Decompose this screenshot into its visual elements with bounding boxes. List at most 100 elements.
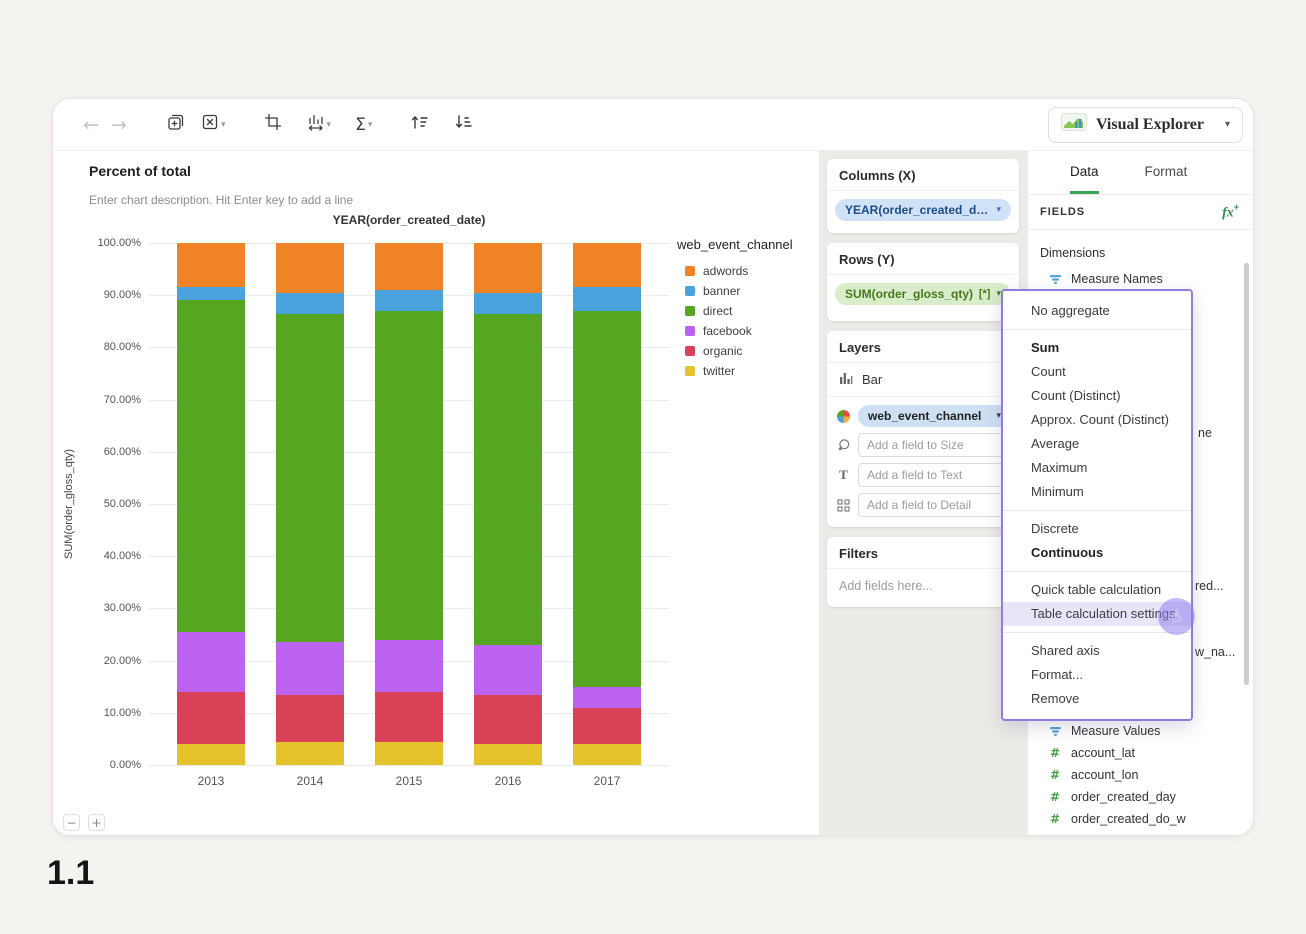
bar-segment-twitter[interactable] <box>375 741 443 765</box>
bar-2017[interactable]: 2017 <box>573 243 641 788</box>
filters-drop-area[interactable]: Add fields here... <box>827 569 1019 607</box>
field-account-lon[interactable]: # account_lon <box>1028 764 1253 786</box>
legend-item-banner[interactable]: banner <box>677 284 819 298</box>
sort-descending-button[interactable] <box>450 110 478 139</box>
y-tick-label: 90.00% <box>103 289 141 302</box>
bar-segment-direct[interactable] <box>177 300 245 632</box>
bar-segment-facebook[interactable] <box>573 686 641 708</box>
bar-segment-banner[interactable] <box>177 287 245 301</box>
legend-item-twitter[interactable]: twitter <box>677 364 819 378</box>
field-measure-names[interactable]: Measure Names <box>1028 268 1253 290</box>
visual-explorer-switcher[interactable]: Visual Explorer ▾ <box>1047 106 1243 143</box>
remove-chart-button[interactable]: ▾ <box>197 109 230 140</box>
aggregate-button[interactable]: Σ ▾ <box>351 111 376 139</box>
color-field-pill[interactable]: web_event_channel ▾ <box>858 405 1011 427</box>
bar-segment-adwords[interactable] <box>276 243 344 293</box>
redo-forward-button[interactable]: → <box>105 110 133 140</box>
duplicate-chart-button[interactable] <box>163 109 189 140</box>
bar-2014[interactable]: 2014 <box>276 243 344 788</box>
legend-item-organic[interactable]: organic <box>677 344 819 358</box>
menu-item-maximum[interactable]: Maximum <box>1003 456 1191 480</box>
menu-item-remove[interactable]: Remove <box>1003 687 1191 711</box>
menu-item-count[interactable]: Count <box>1003 360 1191 384</box>
bar-segment-twitter[interactable] <box>573 744 641 765</box>
bar-segment-twitter[interactable] <box>177 744 245 765</box>
bar-segment-direct[interactable] <box>573 310 641 687</box>
legend-item-adwords[interactable]: adwords <box>677 264 819 278</box>
bar-segment-direct[interactable] <box>375 310 443 640</box>
bar-segment-facebook[interactable] <box>375 639 443 692</box>
menu-item-shared-axis[interactable]: Shared axis <box>1003 639 1191 663</box>
menu-item-sum[interactable]: Sum <box>1003 336 1191 360</box>
size-field-slot[interactable]: Add a field to Size <box>858 433 1011 457</box>
detail-field-slot[interactable]: Add a field to Detail <box>858 493 1011 517</box>
bar-segment-twitter[interactable] <box>474 744 542 765</box>
bar-segment-adwords[interactable] <box>474 243 542 293</box>
menu-divider <box>1003 632 1191 633</box>
tab-format[interactable]: Format <box>1145 151 1188 194</box>
y-axis-label: SUM(order_gloss_qty) <box>63 448 75 560</box>
rows-field-pill[interactable]: SUM(order_gloss_qty) [*] ▾ <box>835 283 1011 305</box>
menu-item-average[interactable]: Average <box>1003 432 1191 456</box>
chart-description-placeholder[interactable]: Enter chart description. Hit Enter key t… <box>89 193 353 207</box>
mouse-cursor-highlight: ☝ <box>1158 598 1195 635</box>
bar-segment-organic[interactable] <box>276 694 344 742</box>
field-order-created-do-w[interactable]: # order_created_do_w <box>1028 808 1253 830</box>
bar-segment-organic[interactable] <box>177 691 245 745</box>
bar-segment-banner[interactable] <box>276 292 344 314</box>
sort-ascending-button[interactable] <box>406 110 434 139</box>
legend-item-facebook[interactable]: facebook <box>677 324 819 338</box>
zoom-in-button[interactable]: + <box>88 814 105 831</box>
bar-segment-facebook[interactable] <box>474 644 542 695</box>
bar-2015[interactable]: 2015 <box>375 243 443 788</box>
legend-label: banner <box>703 284 741 298</box>
menu-item-count-distinct[interactable]: Count (Distinct) <box>1003 384 1191 408</box>
bar-segment-facebook[interactable] <box>276 642 344 695</box>
layer-type-row[interactable]: Bar <box>827 363 1019 397</box>
dimensions-list: Measure Names <box>1028 268 1253 290</box>
bar-segment-banner[interactable] <box>375 290 443 311</box>
legend-label: facebook <box>703 324 752 338</box>
bar-segment-direct[interactable] <box>474 313 542 645</box>
tab-data[interactable]: Data <box>1070 151 1099 194</box>
chart-title[interactable]: Percent of total <box>89 163 191 179</box>
chevron-down-icon[interactable]: ▾ <box>996 205 1001 215</box>
bar-2016[interactable]: 2016 <box>474 243 542 788</box>
undo-back-button[interactable]: ← <box>77 110 105 140</box>
bar-2013[interactable]: 2013 <box>177 243 245 788</box>
bar-segment-adwords[interactable] <box>177 243 245 288</box>
fields-scrollbar[interactable] <box>1244 263 1249 685</box>
bar-segment-twitter[interactable] <box>276 741 344 765</box>
text-field-slot[interactable]: Add a field to Text <box>858 463 1011 487</box>
detail-icon <box>835 498 852 512</box>
field-order-created-day[interactable]: # order_created_day <box>1028 786 1253 808</box>
bar-segment-organic[interactable] <box>474 694 542 745</box>
bar-segment-banner[interactable] <box>474 292 542 314</box>
zoom-out-button[interactable]: − <box>63 814 80 831</box>
menu-item-continuous[interactable]: Continuous <box>1003 541 1191 565</box>
menu-item-approx-count-distinct[interactable]: Approx. Count (Distinct) <box>1003 408 1191 432</box>
bar-segment-direct[interactable] <box>276 313 344 643</box>
legend-item-direct[interactable]: direct <box>677 304 819 318</box>
bar-segment-adwords[interactable] <box>375 243 443 291</box>
menu-item-minimum[interactable]: Minimum <box>1003 480 1191 504</box>
bar-segment-organic[interactable] <box>375 691 443 742</box>
menu-item-format[interactable]: Format... <box>1003 663 1191 687</box>
field-account-lat[interactable]: # account_lat <box>1028 742 1253 764</box>
rows-panel-title: Rows (Y) <box>827 243 1019 275</box>
bar-segment-organic[interactable] <box>573 707 641 745</box>
bin-measure-button[interactable]: ▾ <box>302 109 336 141</box>
bar-segment-adwords[interactable] <box>573 243 641 288</box>
number-icon: # <box>1049 790 1061 804</box>
bar-segment-facebook[interactable] <box>177 631 245 692</box>
bar-segment-banner[interactable] <box>573 287 641 311</box>
obscured-field-fragment: w_na... <box>1195 645 1236 659</box>
bar-stack <box>573 243 641 765</box>
menu-item-quick-table-calculation[interactable]: Quick table calculation <box>1003 578 1191 602</box>
add-calculated-field-button[interactable]: fx+ <box>1222 202 1239 221</box>
field-measure-values[interactable]: Measure Values <box>1028 720 1253 742</box>
menu-item-discrete[interactable]: Discrete <box>1003 517 1191 541</box>
columns-field-pill[interactable]: YEAR(order_created_date) ▾ <box>835 199 1011 221</box>
menu-item-no-aggregate[interactable]: No aggregate <box>1003 299 1191 323</box>
crop-axes-button[interactable] <box>260 109 286 140</box>
